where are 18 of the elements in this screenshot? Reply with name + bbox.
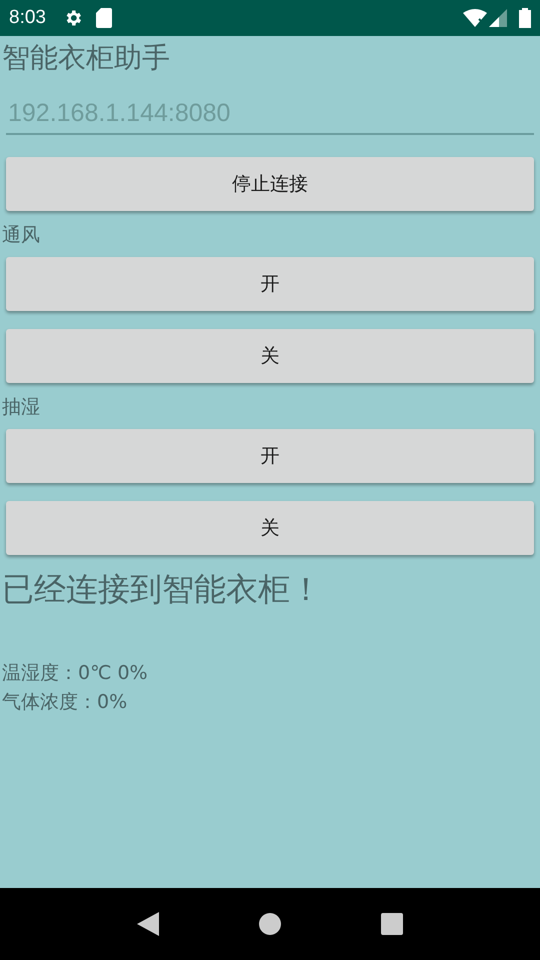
home-icon[interactable] bbox=[259, 913, 281, 935]
section-label: 通风 bbox=[1, 223, 41, 247]
action-button[interactable]: 开 bbox=[6, 257, 534, 311]
sd-card-icon bbox=[96, 8, 112, 28]
sensor-reading: 温湿度：0℃ 0% bbox=[1, 661, 149, 686]
connection-status: 已经连接到智能衣柜！ bbox=[1, 569, 323, 610]
status-time: 8:03 bbox=[9, 6, 46, 30]
action-button[interactable]: 开 bbox=[6, 429, 534, 483]
action-button[interactable]: 停止连接 bbox=[6, 157, 534, 211]
section-label: 抽湿 bbox=[1, 395, 41, 419]
sensor-reading: 气体浓度：0% bbox=[1, 690, 128, 715]
back-icon[interactable] bbox=[137, 912, 159, 936]
signal-icon bbox=[489, 9, 507, 27]
wifi-icon bbox=[463, 9, 487, 27]
app-title: 智能衣柜助手 bbox=[1, 40, 171, 76]
action-button[interactable]: 关 bbox=[6, 329, 534, 383]
action-button[interactable]: 关 bbox=[6, 501, 534, 555]
battery-icon bbox=[519, 8, 531, 28]
